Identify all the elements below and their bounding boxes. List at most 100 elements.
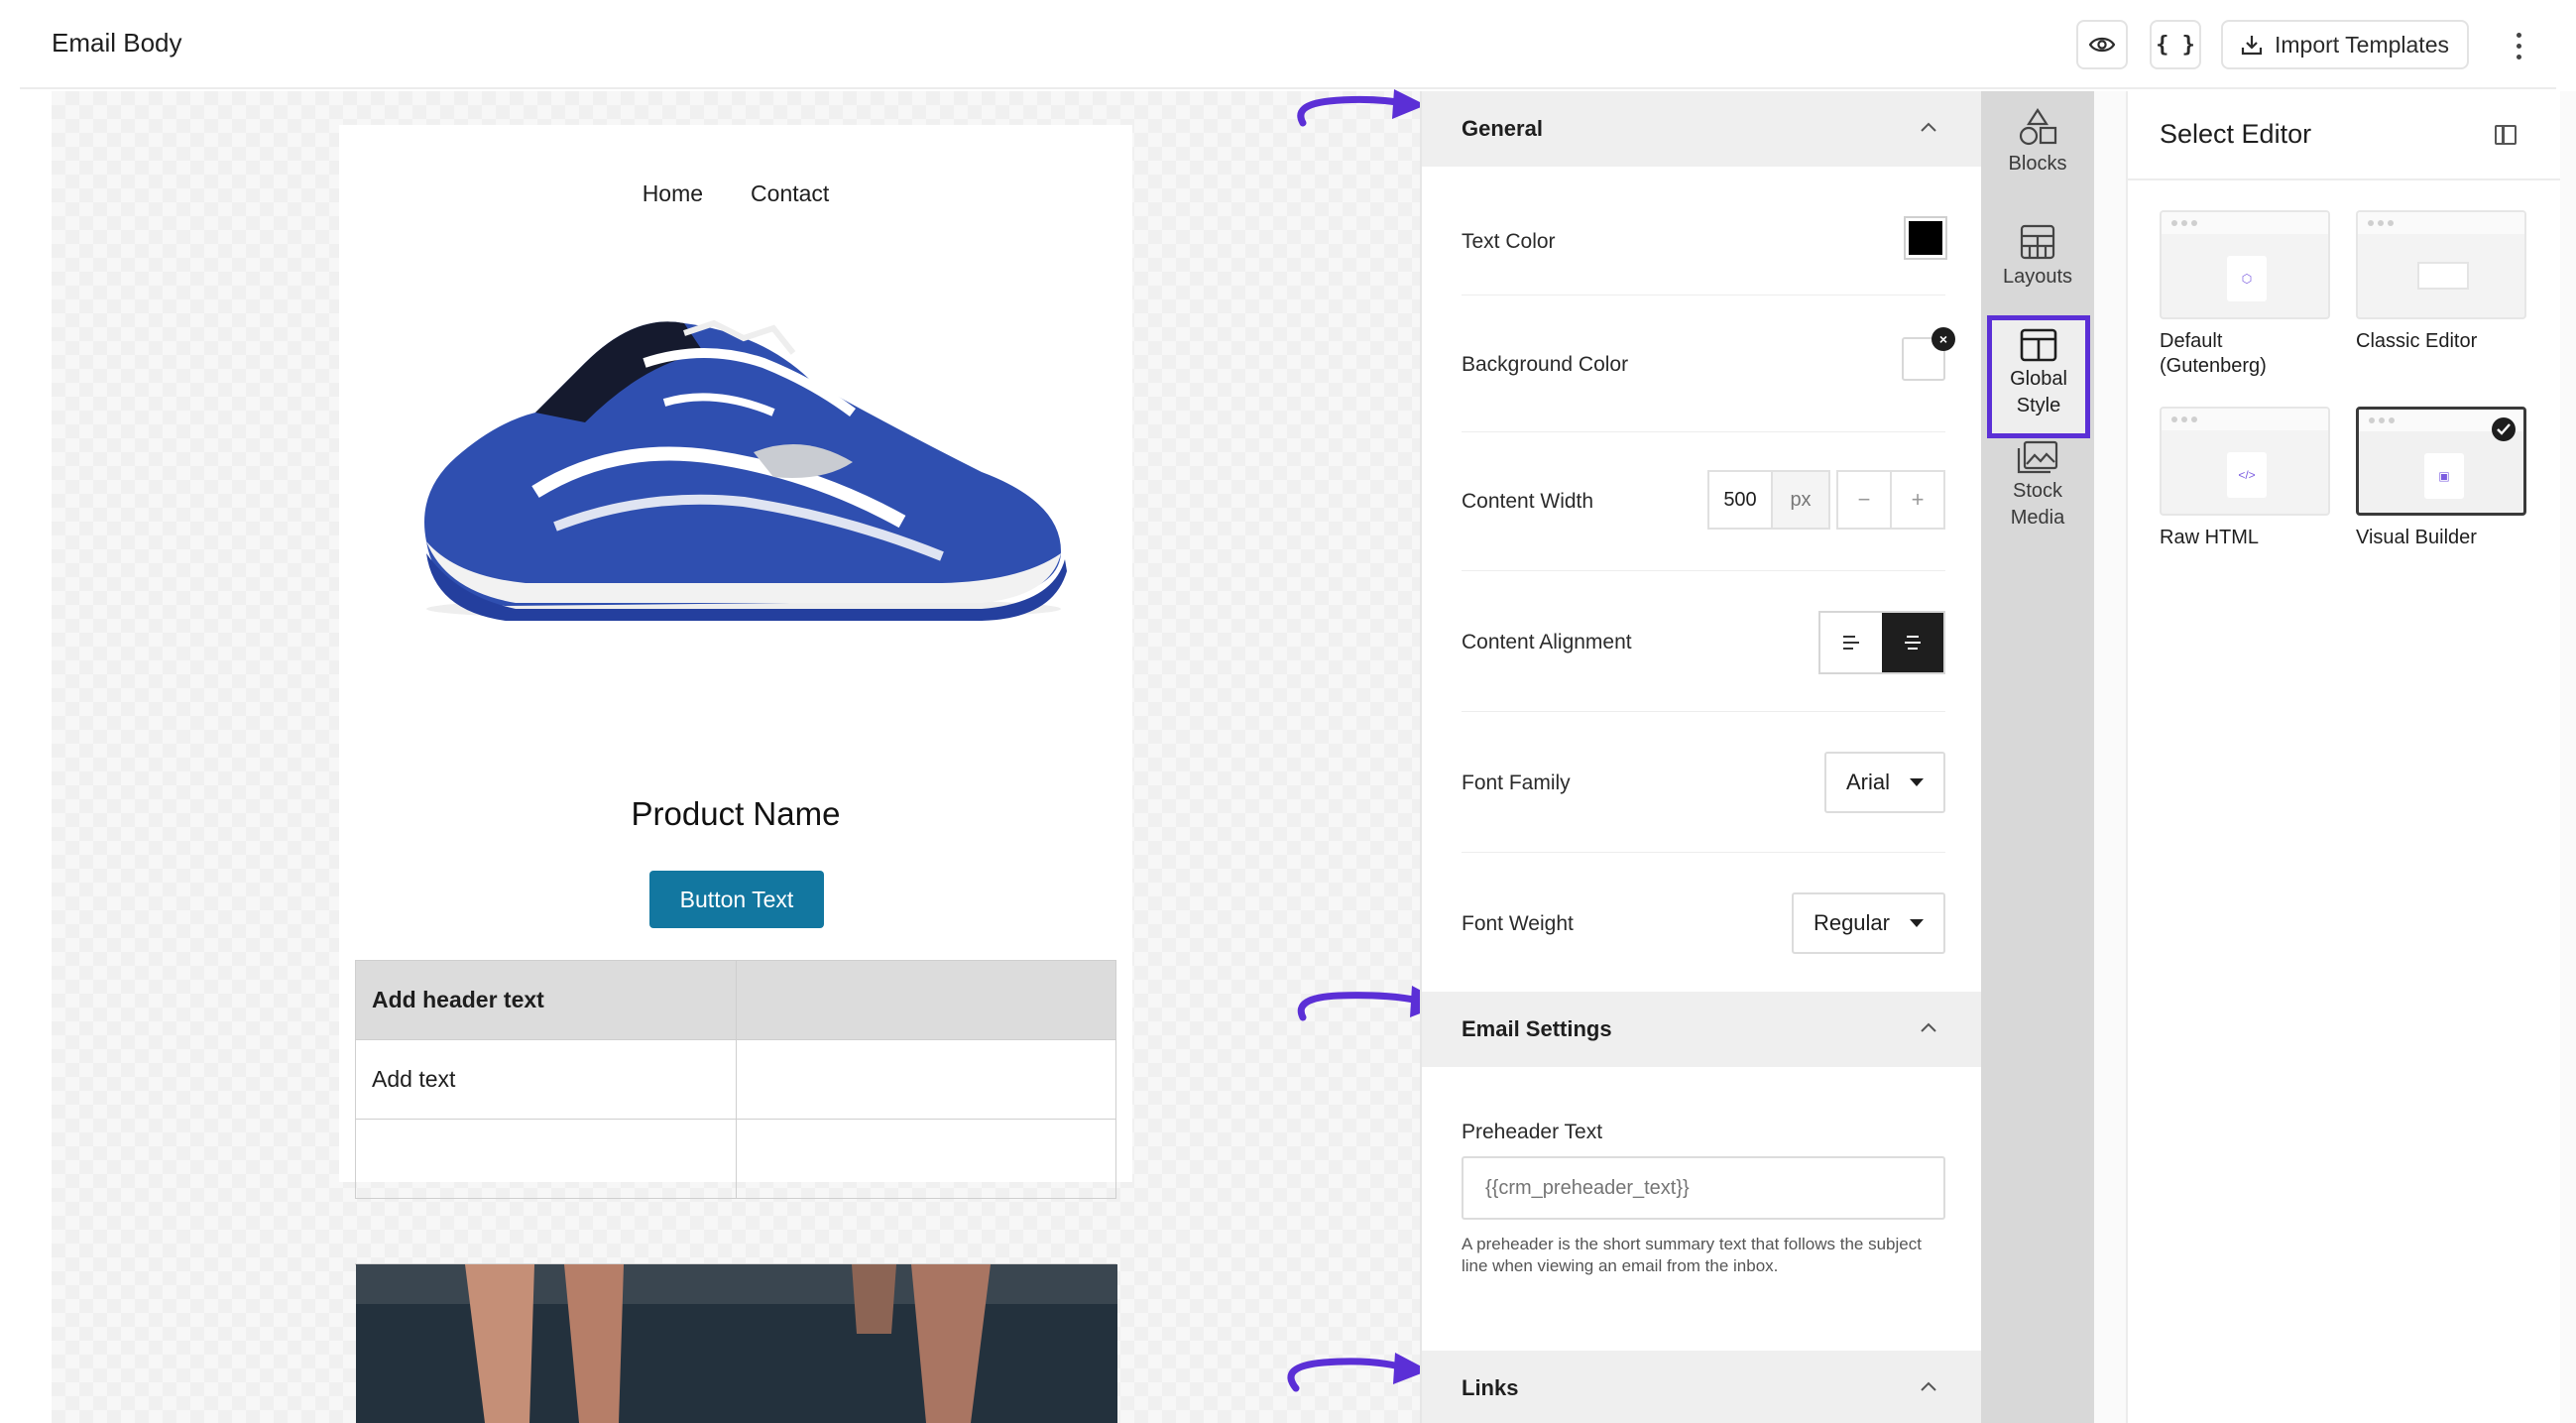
sidebar-item-label: Blocks — [2008, 153, 2067, 175]
increment-button[interactable]: + — [1890, 470, 1945, 530]
font-family-label: Font Family — [1462, 771, 1571, 794]
panel-layout-icon — [2020, 328, 2057, 362]
email-nav-home[interactable]: Home — [643, 180, 703, 210]
font-weight-row: Font Weight Regular — [1462, 853, 1945, 994]
editor-thumbnail — [2356, 210, 2526, 319]
background-color-row: Background Color × — [1462, 296, 1955, 432]
product-shoe-image[interactable] — [387, 294, 1081, 631]
sidebar-item-label: Layouts — [2002, 266, 2073, 288]
align-left-button[interactable] — [1820, 613, 1882, 672]
download-icon — [2241, 36, 2263, 56]
content-width-unit[interactable]: px — [1771, 470, 1830, 530]
sidebar-item-label: Stock — [2012, 480, 2063, 502]
chevron-up-icon[interactable] — [1920, 1378, 1937, 1396]
email-preview: Home Contact Product Name Button Text Ad… — [339, 125, 1132, 1265]
image-gallery-icon — [2017, 440, 2058, 474]
table-header-cell[interactable]: Add header text — [355, 960, 737, 1040]
content-width-input[interactable]: 500 — [1707, 470, 1773, 530]
editor-thumbnail: ⬡ — [2160, 210, 2330, 319]
preview-button[interactable] — [2076, 20, 2128, 69]
align-center-icon — [1905, 636, 1921, 650]
email-nav-contact[interactable]: Contact — [751, 180, 829, 210]
checkmark-icon — [2492, 417, 2516, 441]
font-family-value: Arial — [1845, 770, 1890, 794]
email-cta-button[interactable]: Button Text — [649, 871, 824, 928]
font-weight-label: Font Weight — [1462, 912, 1574, 935]
general-section-title: General — [1462, 116, 1543, 141]
content-width-row: Content Width 500 px − + — [1462, 432, 1945, 571]
legs-photo-image — [356, 1264, 1117, 1423]
code-button[interactable]: { } — [2150, 20, 2201, 69]
table-header-cell[interactable] — [735, 960, 1117, 1040]
table-cell[interactable] — [735, 1119, 1117, 1199]
font-family-row: Font Family Arial — [1462, 712, 1945, 853]
content-alignment-label: Content Alignment — [1462, 631, 1632, 653]
links-section-title: Links — [1462, 1375, 1519, 1400]
layout-grid-icon — [2020, 224, 2055, 260]
code-icon: </> — [2227, 452, 2267, 498]
product-name[interactable]: Product Name — [339, 795, 1132, 833]
text-color-swatch[interactable] — [1904, 216, 1947, 260]
eye-icon — [2089, 37, 2115, 53]
preheader-help-text: A preheader is the short summary text th… — [1462, 1235, 1922, 1275]
sidebar-item-blocks[interactable]: Blocks — [1981, 107, 2094, 178]
editor-label: Raw HTML — [2160, 527, 2260, 548]
table-row: Add text — [355, 1039, 1117, 1120]
email-settings-section-header[interactable]: Email Settings — [1422, 992, 1981, 1067]
chevron-up-icon[interactable] — [1920, 1019, 1937, 1037]
sidebar-item-layouts[interactable]: Layouts — [1981, 224, 2094, 291]
classic-editor-icon — [2417, 262, 2469, 290]
import-templates-button[interactable]: Import Templates — [2221, 20, 2469, 69]
more-options-icon[interactable] — [2509, 26, 2528, 65]
editor-option-classic[interactable]: Classic Editor — [2356, 210, 2526, 354]
table-cell[interactable] — [735, 1039, 1117, 1120]
annotation-arrow-general — [1297, 89, 1426, 127]
align-left-icon — [1843, 636, 1859, 650]
sidebar-item-stock-media[interactable]: Stock Media — [1981, 440, 2094, 532]
select-editor-content: Select Editor ⬡ Default (Gutenberg) Clas… — [2126, 91, 2560, 1423]
visual-builder-icon: ▣ — [2424, 453, 2464, 499]
text-color-label: Text Color — [1462, 230, 1556, 253]
sidebar-toggle-icon[interactable] — [2495, 125, 2517, 145]
page-title: Email Body — [52, 28, 182, 58]
clear-color-icon[interactable]: × — [1932, 327, 1955, 351]
caret-down-icon — [1910, 778, 1924, 786]
code-braces-icon: { } — [2156, 32, 2195, 58]
sidebar-icon-rail: Blocks Layouts Global Style Stock Media — [1981, 91, 2094, 1423]
content-alignment-control — [1818, 611, 1945, 674]
header-divider — [2128, 178, 2560, 180]
links-section-header[interactable]: Links — [1422, 1351, 1981, 1423]
text-color-row: Text Color — [1462, 206, 1947, 296]
content-width-label: Content Width — [1462, 490, 1594, 513]
general-section-header[interactable]: General — [1422, 91, 1981, 167]
caret-down-icon — [1910, 919, 1924, 927]
font-family-select[interactable]: Arial — [1823, 752, 1945, 813]
email-canvas: Home Contact Product Name Button Text Ad… — [52, 91, 1420, 1423]
editor-option-visual-builder[interactable]: ▣ Visual Builder — [2356, 407, 2526, 550]
table-cell[interactable] — [355, 1119, 737, 1199]
font-weight-value: Regular — [1813, 910, 1890, 935]
email-table[interactable]: Add header text Add text — [355, 960, 1117, 1199]
top-bar: Email Body { } Import Templates — [20, 0, 2556, 89]
sidebar-item-global-style[interactable]: Global Style — [1987, 315, 2090, 438]
import-templates-label: Import Templates — [2275, 31, 2449, 58]
chevron-up-icon[interactable] — [1920, 119, 1937, 137]
decrement-button[interactable]: − — [1836, 470, 1892, 530]
sidebar-item-label: Media — [2010, 507, 2065, 529]
editor-option-gutenberg[interactable]: ⬡ Default (Gutenberg) — [2160, 210, 2330, 379]
table-cell[interactable]: Add text — [355, 1039, 737, 1120]
annotation-arrow-links — [1287, 1353, 1429, 1392]
table-row — [355, 1119, 1117, 1199]
table-header-row: Add header text — [355, 960, 1117, 1040]
block-editor-icon: ⬡ — [2227, 256, 2267, 301]
editor-option-raw-html[interactable]: </> Raw HTML — [2160, 407, 2330, 550]
editor-label: Classic Editor — [2356, 330, 2478, 352]
shapes-icon — [2019, 107, 2057, 146]
font-weight-select[interactable]: Regular — [1791, 892, 1945, 954]
email-hero-photo[interactable] — [356, 1264, 1117, 1423]
editor-thumbnail: </> — [2160, 407, 2330, 516]
content-alignment-row: Content Alignment — [1462, 571, 1945, 712]
preheader-input[interactable] — [1462, 1156, 1945, 1220]
background-color-label: Background Color — [1462, 353, 1629, 376]
align-center-button[interactable] — [1882, 613, 1943, 672]
